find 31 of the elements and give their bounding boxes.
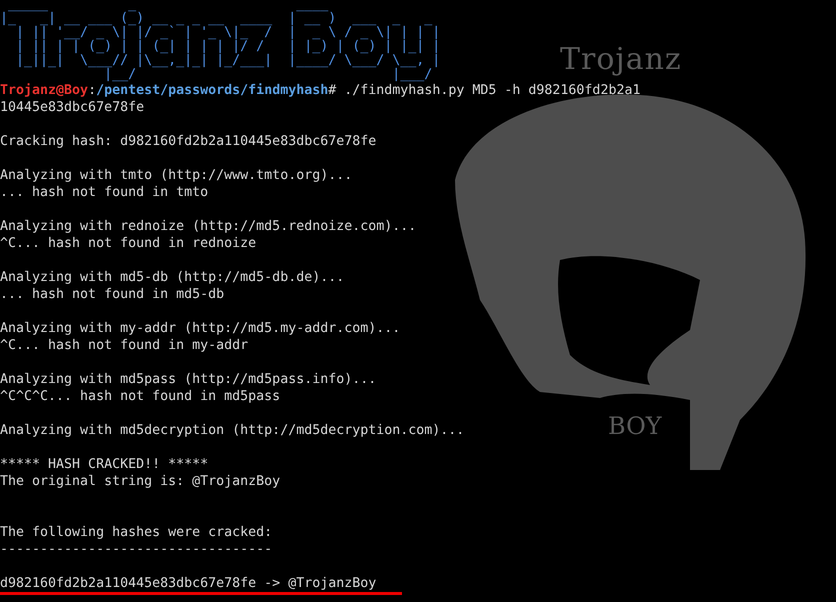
ascii-banner-line: |_ _| __ ___ (_) __ _ _ __ ____ | __ ) ___ _ _ <box>0 12 432 26</box>
output-line: ... hash not found in md5-db <box>0 287 224 302</box>
output-line: ^C... hash not found in rednoize <box>0 236 256 251</box>
ascii-banner-line: |__/ |___/ <box>104 68 432 82</box>
output-line: ... hash not found in tmto <box>0 185 208 200</box>
output-line: Analyzing with tmto (http://www.tmto.org)... <box>0 168 352 183</box>
wallpaper-subtitle: BOY <box>608 412 662 440</box>
output-line: The original string is: @TrojanzBoy <box>0 474 280 489</box>
output-line: d982160fd2b2a110445e83dbc67e78fe -> @TrojanzBoy <box>0 576 376 591</box>
prompt-user: Trojanz@Boy <box>0 83 88 98</box>
output-line: ---------------------------------- <box>0 542 272 557</box>
ascii-banner-line: | || '__/ _ \| |/ _` | '_ \|_ / | _ \ / _ \| | | | <box>16 26 440 40</box>
prompt-separator: : <box>88 83 96 98</box>
ascii-banner-line: _____ _ ____ <box>8 0 328 12</box>
output-line: Analyzing with md5-db (http://md5-db.de)... <box>0 270 344 285</box>
output-line: Analyzing with md5decryption (http://md5decryption.com)... <box>0 423 464 438</box>
ascii-banner-line: |_||_| \___// |\__,_|_| |_/___| |____/ \___/ \__, | <box>15 54 440 68</box>
ascii-banner-line: | || | | (_) | | (_| | | | |/ / | |_) | (_) | |_| | <box>15 40 440 54</box>
output-line: ^C^C^C... hash not found in md5pass <box>0 389 280 404</box>
prompt-path: /pentest/passwords/findmyhash <box>96 83 328 98</box>
prompt-symbol: # <box>328 83 336 98</box>
output-line: Analyzing with md5pass (http://md5pass.info)... <box>0 372 376 387</box>
output-line: Analyzing with rednoize (http://md5.rednoize.com)... <box>0 219 416 234</box>
output-line: Cracking hash: d982160fd2b2a110445e83dbc67e78fe <box>0 134 376 149</box>
output-line: ^C... hash not found in my-addr <box>0 338 248 353</box>
command-text: ./findmyhash.py MD5 -h d982160fd2b2a1 <box>344 83 640 98</box>
output-line: Analyzing with my-addr (http://md5.my-addr.com)... <box>0 321 400 336</box>
output-line: ***** HASH CRACKED!! ***** <box>0 457 208 472</box>
wallpaper-title: Trojanz <box>560 42 682 77</box>
output-line: 10445e83dbc67e78fe <box>0 100 144 115</box>
output-line: The following hashes were cracked: <box>0 525 272 540</box>
